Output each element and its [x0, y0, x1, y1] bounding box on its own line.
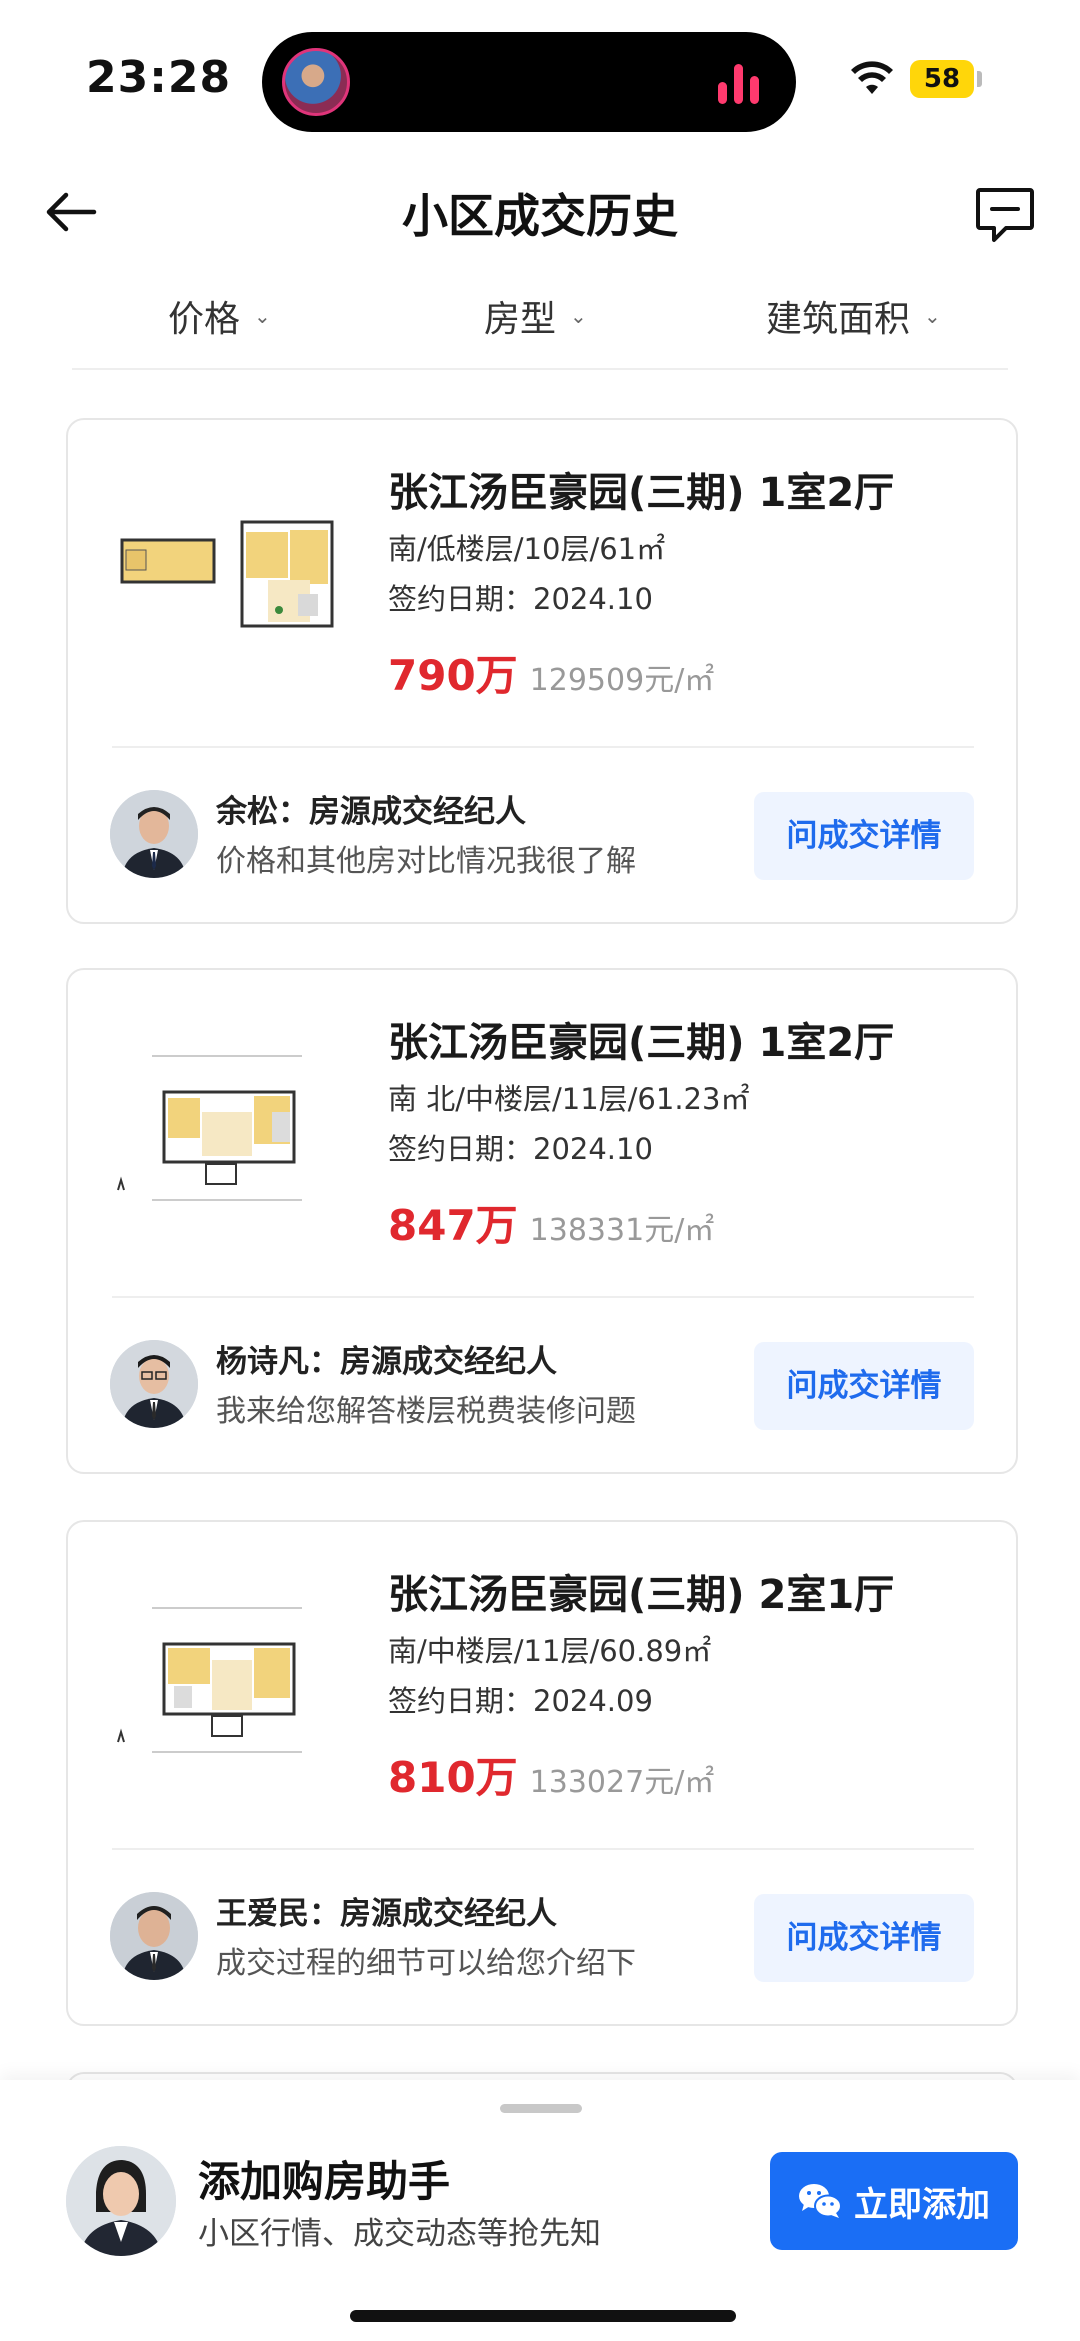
agent-name: 王爱民：房源成交经纪人	[216, 1896, 557, 1932]
assistant-title: 添加购房助手	[198, 2157, 451, 2206]
listing-card[interactable]: 张江汤臣豪园(三期) 2室1厅 南/中楼层/11层/60.89㎡ 签约日期：20…	[66, 1520, 1018, 2026]
listing-card[interactable]: 张江汤臣豪园(三期) 1室2厅 南/低楼层/10层/61㎡ 签约日期：2024.…	[66, 418, 1018, 924]
agent-avatar[interactable]	[110, 1340, 198, 1428]
chevron-down-icon: ⌄	[570, 304, 587, 328]
listing-date: 签约日期：2024.09	[388, 1684, 653, 1718]
assistant-sheet: 添加购房助手 小区行情、成交动态等抢先知 立即添加	[0, 2080, 1080, 2341]
agent-name: 杨诗凡：房源成交经纪人	[216, 1344, 557, 1380]
total-price: 847万	[388, 1201, 518, 1250]
filter-layout[interactable]: 房型 ⌄	[484, 290, 587, 342]
page-title: 小区成交历史	[402, 189, 678, 243]
unit-price: 138331元/㎡	[529, 1213, 715, 1248]
filter-area-label: 建筑面积	[766, 299, 911, 340]
listing-spec: 南/中楼层/11层/60.89㎡	[388, 1634, 712, 1668]
filter-price[interactable]: 价格 ⌄	[168, 290, 271, 342]
total-price: 810万	[388, 1753, 518, 1802]
dynamic-island[interactable]	[262, 32, 796, 132]
card-divider	[112, 1296, 974, 1298]
filter-area[interactable]: 建筑面积 ⌄	[766, 290, 941, 342]
total-price: 790万	[388, 651, 518, 700]
filter-price-label: 价格	[168, 299, 241, 340]
agent-avatar[interactable]	[110, 790, 198, 878]
chevron-down-icon: ⌄	[924, 304, 941, 328]
ask-deal-details-button[interactable]: 问成交详情	[754, 1342, 974, 1430]
filter-divider	[72, 368, 1008, 370]
listing-price-row: 790万 129509元/㎡	[388, 642, 714, 703]
listing-title: 张江汤臣豪园(三期) 2室1厅	[388, 1572, 895, 1618]
listing-card[interactable]: 张江汤臣豪园(三期) 1室2厅 南 北/中楼层/11层/61.23㎡ 签约日期：…	[66, 968, 1018, 1474]
filter-layout-label: 房型	[484, 299, 557, 340]
now-playing-thumbnail	[282, 48, 350, 116]
battery-cap	[977, 71, 982, 87]
listing-price-row: 810万 133027元/㎡	[388, 1744, 714, 1805]
listing-spec: 南/低楼层/10层/61㎡	[388, 532, 666, 566]
agent-description: 价格和其他房对比情况我很了解	[216, 844, 636, 879]
agent-avatar[interactable]	[110, 1892, 198, 1980]
unit-price: 129509元/㎡	[529, 663, 715, 698]
add-now-label: 立即添加	[854, 2184, 990, 2225]
add-now-button[interactable]: 立即添加	[770, 2152, 1018, 2250]
listing-price-row: 847万 138331元/㎡	[388, 1192, 714, 1253]
status-bar: 23:28 58	[0, 0, 1080, 160]
listing-title: 张江汤臣豪园(三期) 1室2厅	[388, 1020, 895, 1066]
message-square-icon[interactable]	[970, 178, 1040, 248]
assistant-subtitle: 小区行情、成交动态等抢先知	[198, 2216, 601, 2252]
drag-handle[interactable]	[500, 2104, 582, 2113]
wechat-icon	[799, 2184, 842, 2218]
floor-plan-thumbnail	[117, 1055, 302, 1201]
listing-date: 签约日期：2024.10	[388, 1132, 653, 1166]
ask-deal-details-button[interactable]: 问成交详情	[754, 792, 974, 880]
floor-plan-thumbnail	[120, 520, 334, 628]
listing-spec: 南 北/中楼层/11层/61.23㎡	[388, 1082, 750, 1116]
card-divider	[112, 746, 974, 748]
nav-header: 小区成交历史	[0, 160, 1080, 260]
chevron-down-icon: ⌄	[254, 304, 271, 328]
home-indicator[interactable]	[350, 2310, 736, 2322]
ask-deal-details-button[interactable]: 问成交详情	[754, 1894, 974, 1982]
floor-plan-thumbnail	[117, 1607, 302, 1753]
wifi-icon	[851, 61, 893, 94]
agent-description: 我来给您解答楼层税费装修问题	[216, 1394, 636, 1429]
unit-price: 133027元/㎡	[529, 1765, 715, 1800]
listing-date: 签约日期：2024.10	[388, 582, 653, 616]
assistant-avatar	[66, 2146, 176, 2256]
filter-bar: 价格 ⌄ 房型 ⌄ 建筑面积 ⌄	[0, 280, 1080, 360]
clock: 23:28	[86, 52, 232, 103]
battery-indicator: 58	[910, 60, 974, 98]
agent-description: 成交过程的细节可以给您介绍下	[216, 1946, 636, 1981]
card-divider	[112, 1848, 974, 1850]
audio-bars-icon	[718, 64, 762, 104]
listing-title: 张江汤臣豪园(三期) 1室2厅	[388, 470, 895, 516]
agent-name: 余松：房源成交经纪人	[216, 794, 526, 830]
